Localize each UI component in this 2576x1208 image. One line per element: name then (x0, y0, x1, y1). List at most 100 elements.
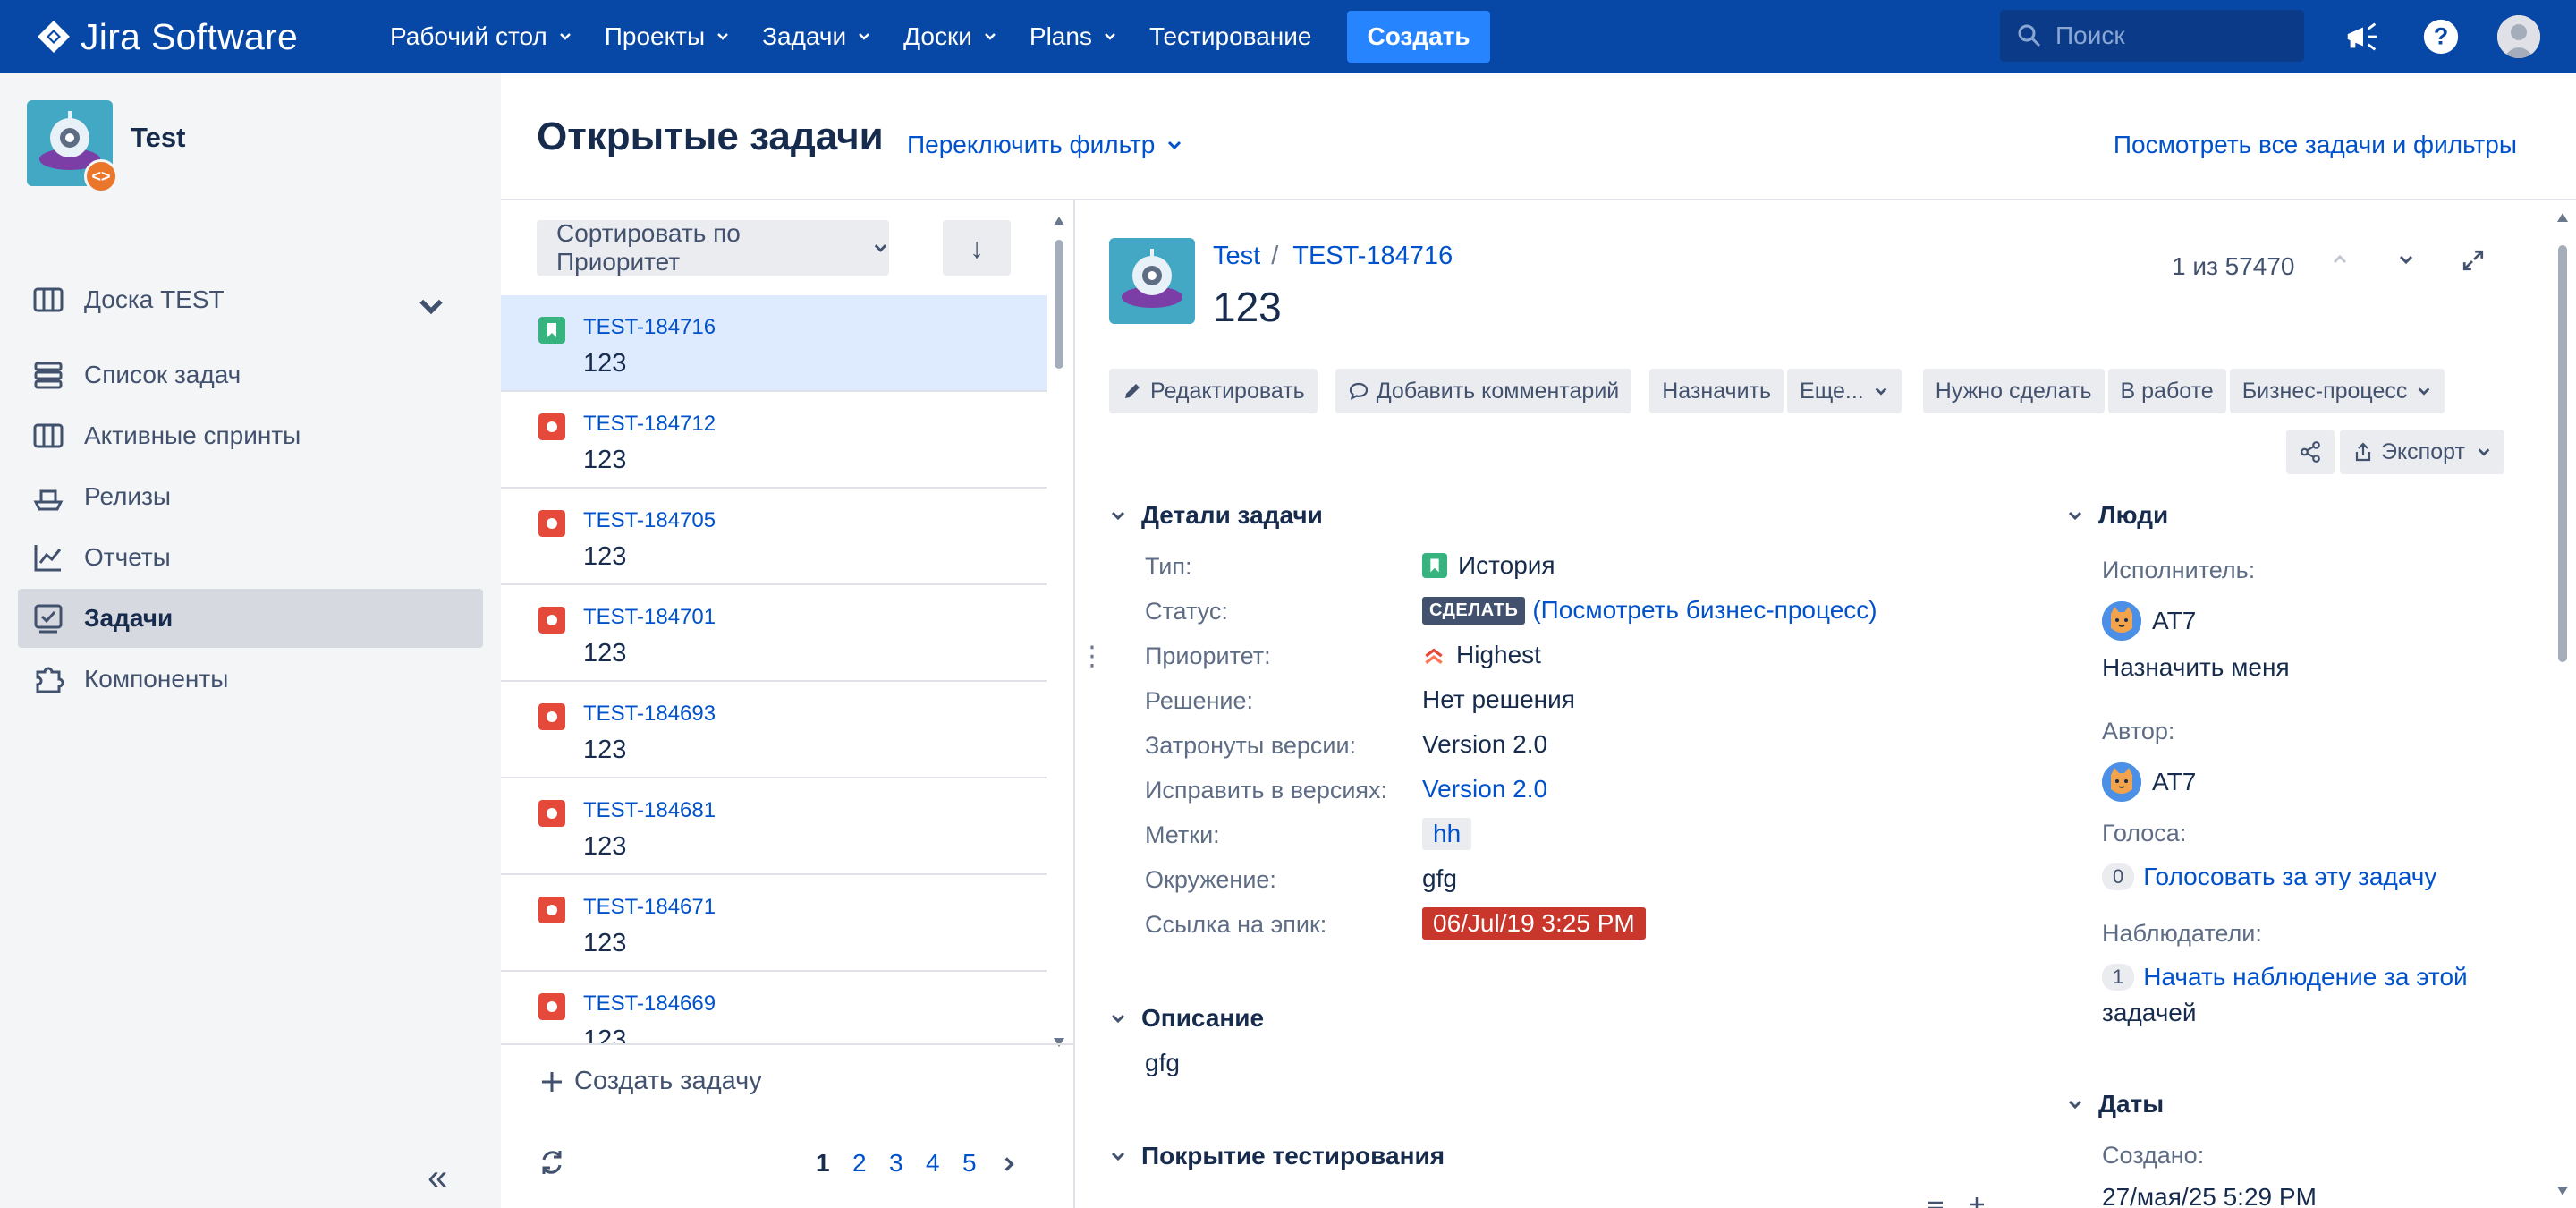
coverage-section-header[interactable]: Покрытие тестирования (1109, 1142, 1445, 1170)
sidebar-item-label: Релизы (84, 482, 172, 510)
list-scrollbar[interactable] (1050, 213, 1068, 1054)
page-1[interactable]: 1 (816, 1149, 852, 1178)
nav-testing[interactable]: Тестирование (1149, 0, 1312, 73)
backlog-icon (34, 362, 63, 389)
share-button[interactable] (2286, 430, 2334, 474)
sidebar-item-backlog[interactable]: Список задач (18, 345, 483, 404)
nav-boards[interactable]: Доски (903, 0, 997, 73)
sidebar-item-components[interactable]: Компоненты (18, 650, 483, 709)
issue-title[interactable]: 123 (1213, 283, 1282, 331)
bug-icon (538, 607, 565, 634)
fix-versions-link[interactable]: Version 2.0 (1422, 775, 1547, 804)
sidebar-item-label: Список задач (84, 361, 242, 388)
sidebar-item-label: Задачи (84, 604, 174, 632)
details-section-header[interactable]: Детали задачи (1109, 501, 1323, 530)
search-box[interactable] (2000, 10, 2304, 62)
sort-button[interactable]: Сортировать по Приоритет (537, 219, 889, 276)
create-issue-label: Создать задачу (574, 1067, 762, 1095)
reporter-name: AT7 (2152, 768, 2197, 795)
help-icon[interactable]: ? (2420, 16, 2462, 57)
breadcrumb-issue-key[interactable]: TEST-184716 (1292, 242, 1453, 271)
bug-icon (538, 800, 565, 827)
nav-issues[interactable]: Задачи (762, 0, 871, 73)
epic-link-chip[interactable]: 06/Jul/19 3:25 PM (1422, 907, 1646, 940)
create-button[interactable]: Создать (1347, 11, 1490, 63)
expand-icon[interactable] (2462, 249, 2485, 272)
chevron-right-icon[interactable] (999, 1154, 1019, 1174)
sidebar-item-board[interactable]: Доска TEST (18, 270, 483, 329)
votes-count-badge: 0 (2102, 863, 2135, 890)
environment-value: gfg (1422, 864, 1457, 892)
cat-avatar-icon (2102, 762, 2141, 802)
more-button[interactable]: Еще... (1787, 369, 1902, 413)
watchers-count-badge: 1 (2102, 964, 2135, 991)
project-name: Test (131, 122, 186, 153)
vote-link[interactable]: Голосовать за эту задачу (2143, 863, 2436, 891)
search-input[interactable] (2055, 21, 2288, 50)
list-item[interactable]: TEST-184701 123 (501, 585, 1046, 682)
breadcrumb-project[interactable]: Test (1213, 242, 1260, 271)
chevron-up-icon[interactable] (2329, 249, 2351, 270)
watch-link-continued[interactable]: задачей (2102, 999, 2197, 1027)
sidebar-item-releases[interactable]: Релизы (18, 467, 483, 526)
list-item[interactable]: TEST-184669 123 (501, 972, 1046, 1043)
people-section-header[interactable]: Люди (2066, 501, 2168, 530)
switch-filter-button[interactable]: Переключить фильтр (907, 131, 1183, 159)
export-button[interactable]: Экспорт (2340, 430, 2504, 474)
status-badge: СДЕЛАТЬ (1422, 596, 1526, 625)
description-heading: Описание (1141, 1004, 1265, 1032)
status-label: Статус: (1145, 598, 1228, 625)
list-item[interactable]: TEST-184681 123 (501, 778, 1046, 875)
jira-logo[interactable]: Jira Software (36, 0, 340, 73)
watch-link[interactable]: Начать наблюдение за этой (2143, 963, 2467, 991)
add-comment-button[interactable]: Добавить комментарий (1335, 369, 1632, 413)
chevron-down-icon[interactable] (415, 290, 447, 322)
description-text[interactable]: gfg (1145, 1049, 1180, 1077)
top-navigation: Jira Software Рабочий стол Проекты Задач… (0, 0, 2576, 73)
sidebar-item-active-sprints[interactable]: Активные спринты (18, 406, 483, 465)
list-item[interactable]: TEST-184705 123 (501, 489, 1046, 585)
bug-icon (538, 993, 565, 1020)
sidebar-item-label: Доска TEST (84, 285, 225, 313)
chevron-down-icon (559, 33, 571, 40)
page-2[interactable]: 2 (852, 1149, 889, 1178)
view-workflow-link[interactable]: (Посмотреть бизнес-процесс) (1532, 596, 1877, 625)
edit-button[interactable]: Редактировать (1109, 369, 1318, 413)
list-item[interactable]: TEST-184693 123 (501, 682, 1046, 778)
project-header[interactable]: <> Test (27, 100, 186, 193)
assign-to-me-link[interactable]: Назначить меня (2102, 653, 2290, 682)
detail-scrollbar[interactable] (2553, 209, 2572, 1203)
bug-icon (538, 897, 565, 923)
label-chip[interactable]: hh (1422, 818, 1472, 850)
workflow-button[interactable]: Бизнес-процесс (2229, 369, 2445, 413)
chevron-down-icon[interactable] (2395, 249, 2417, 270)
user-avatar[interactable] (2497, 15, 2540, 58)
view-all-issues-link[interactable]: Посмотреть все задачи и фильтры (2114, 131, 2517, 159)
refresh-icon[interactable] (537, 1147, 567, 1178)
in-progress-transition-button[interactable]: В работе (2107, 369, 2226, 413)
create-issue-button[interactable]: Создать задачу (540, 1067, 762, 1096)
nav-plans[interactable]: Plans (1030, 0, 1117, 73)
page-4[interactable]: 4 (926, 1149, 962, 1178)
todo-transition-button[interactable]: Нужно сделать (1922, 369, 2105, 413)
sidebar-item-issues[interactable]: Задачи (18, 589, 483, 648)
votes-value: 0 Голосовать за эту задачу (2102, 863, 2436, 891)
assign-button[interactable]: Назначить (1649, 369, 1784, 413)
list-item[interactable]: TEST-184671 123 (501, 875, 1046, 972)
sidebar-item-reports[interactable]: Отчеты (18, 528, 483, 587)
description-section-header[interactable]: Описание (1109, 1004, 1264, 1033)
nav-dashboards[interactable]: Рабочий стол (390, 0, 572, 73)
nav-projects[interactable]: Проекты (605, 0, 730, 73)
page-5[interactable]: 5 (962, 1149, 999, 1178)
list-item[interactable]: TEST-184716 123 (501, 295, 1046, 392)
dates-section-header[interactable]: Даты (2066, 1090, 2164, 1119)
coverage-actions-icon[interactable] (1925, 1194, 1996, 1208)
sort-direction-button[interactable]: ↓ (943, 220, 1011, 276)
collapse-sidebar-icon[interactable]: « (428, 1158, 447, 1198)
nav-label: Проекты (604, 22, 706, 50)
page-3[interactable]: 3 (889, 1149, 926, 1178)
person-icon (2497, 15, 2540, 58)
list-item[interactable]: TEST-184712 123 (501, 392, 1046, 489)
notifications-icon[interactable] (2342, 16, 2383, 57)
issue-position: 1 из 57470 (2172, 252, 2295, 280)
